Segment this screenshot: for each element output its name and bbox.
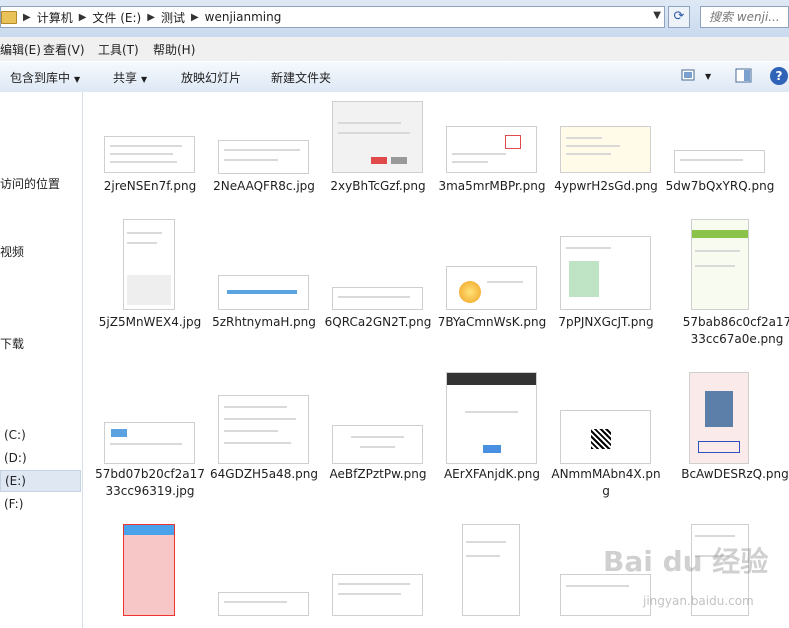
search-input[interactable]: 搜索 wenji... bbox=[700, 6, 789, 28]
file-thumbnail[interactable] bbox=[332, 425, 423, 464]
file-thumbnail[interactable] bbox=[218, 395, 309, 464]
file-thumbnail[interactable] bbox=[104, 422, 195, 464]
slideshow-button[interactable]: 放映幻灯片 bbox=[181, 69, 241, 86]
file-thumbnail[interactable] bbox=[446, 372, 537, 464]
file-name[interactable]: ANmmMAbn4X.png bbox=[549, 466, 663, 500]
breadcrumb-drive[interactable]: 文件 (E:) bbox=[92, 9, 141, 26]
include-in-library-button[interactable]: 包含到库中 ▼ bbox=[10, 69, 80, 86]
nav-recent-places[interactable]: 访问的位置 bbox=[0, 175, 60, 192]
watermark-logo: Bai du 经验 bbox=[603, 545, 769, 578]
file-thumbnail[interactable] bbox=[104, 136, 195, 173]
file-name[interactable]: 5jZ5MnWEX4.jpg bbox=[93, 314, 207, 331]
chevron-down-icon: ▼ bbox=[141, 75, 148, 84]
file-name[interactable]: 2jreNSEn7f.png bbox=[93, 178, 207, 195]
file-thumbnail[interactable] bbox=[689, 372, 749, 464]
breadcrumb-test[interactable]: 测试 bbox=[161, 9, 185, 26]
file-thumbnail[interactable] bbox=[462, 524, 520, 616]
nav-drive-e[interactable]: (E:) bbox=[0, 470, 81, 492]
file-name[interactable]: BcAwDESRzQ.png bbox=[678, 466, 789, 483]
file-thumbnail[interactable] bbox=[218, 140, 309, 174]
file-thumbnail[interactable] bbox=[691, 219, 749, 310]
file-name[interactable]: 7BYaCmnWsK.png bbox=[435, 314, 549, 331]
file-thumbnail[interactable] bbox=[332, 287, 423, 310]
file-thumbnail[interactable] bbox=[560, 236, 651, 310]
include-label: 包含到库中 bbox=[10, 71, 71, 85]
breadcrumb-computer[interactable]: 计算机 bbox=[37, 9, 73, 26]
new-folder-button[interactable]: 新建文件夹 bbox=[271, 69, 331, 86]
file-name[interactable]: 3ma5mrMBPr.png bbox=[435, 178, 549, 195]
breadcrumb-current[interactable]: wenjianming bbox=[205, 10, 282, 24]
file-name[interactable]: AeBfZPztPw.png bbox=[321, 466, 435, 483]
file-name[interactable]: 4ypwrH2sGd.png bbox=[549, 178, 663, 195]
file-name[interactable]: 6QRCa2GN2T.png bbox=[321, 314, 435, 331]
share-button[interactable]: 共享 ▼ bbox=[113, 69, 147, 86]
file-thumbnail[interactable] bbox=[446, 266, 537, 310]
file-thumbnail[interactable] bbox=[560, 126, 651, 173]
share-label: 共享 bbox=[113, 71, 138, 85]
file-name[interactable]: 2xyBhTcGzf.png bbox=[321, 178, 435, 195]
address-input[interactable]: ▶ 计算机 ▶ 文件 (E:) ▶ 测试 ▶ wenjianming ▼ bbox=[0, 6, 665, 28]
file-name[interactable]: AErXFAnjdK.png bbox=[435, 466, 549, 483]
chevron-right-icon[interactable]: ▶ bbox=[79, 12, 87, 23]
file-name[interactable]: 7pPJNXGcJT.png bbox=[549, 314, 663, 331]
file-name[interactable]: 57bd07b20cf2a1733cc96319.jpg bbox=[93, 466, 207, 500]
file-name[interactable]: 64GDZH5a48.png bbox=[207, 466, 321, 483]
nav-drive-f[interactable]: (F:) bbox=[4, 497, 23, 511]
help-icon[interactable]: ? bbox=[770, 67, 788, 85]
file-name[interactable]: 57bab86c0cf2a1733cc67a0e.png bbox=[680, 314, 789, 348]
chevron-down-icon: ▼ bbox=[74, 75, 81, 84]
file-thumbnail[interactable] bbox=[218, 275, 309, 310]
chevron-right-icon[interactable]: ▶ bbox=[23, 12, 31, 23]
menu-edit[interactable]: 编辑(E) bbox=[0, 41, 41, 58]
nav-drive-d[interactable]: (D:) bbox=[4, 451, 27, 465]
command-toolbar: 包含到库中 ▼ 共享 ▼ 放映幻灯片 新建文件夹 ▼ ? bbox=[0, 61, 789, 93]
chevron-right-icon[interactable]: ▶ bbox=[147, 12, 155, 23]
refresh-icon: ⟳ bbox=[673, 9, 685, 24]
file-thumbnail[interactable] bbox=[123, 524, 175, 616]
file-name[interactable]: 2NeAAQFR8c.jpg bbox=[207, 178, 321, 195]
file-thumbnail[interactable] bbox=[560, 574, 651, 616]
file-thumbnail[interactable] bbox=[332, 574, 423, 616]
refresh-button[interactable]: ⟳ bbox=[668, 6, 690, 28]
folder-icon bbox=[1, 10, 17, 24]
navigation-pane: 访问的位置 视频 下载 (C:) (D:) (E:) (F:) bbox=[0, 92, 83, 628]
preview-pane-icon[interactable] bbox=[735, 68, 753, 84]
chevron-down-icon[interactable]: ▼ bbox=[705, 72, 711, 81]
menu-view[interactable]: 查看(V) bbox=[43, 41, 85, 58]
file-thumbnail[interactable] bbox=[332, 101, 423, 173]
nav-downloads[interactable]: 下载 bbox=[0, 335, 24, 352]
nav-drive-e-label: (E:) bbox=[5, 474, 26, 488]
file-thumbnail[interactable] bbox=[218, 592, 309, 616]
chevron-down-icon[interactable]: ▼ bbox=[653, 10, 661, 21]
file-thumbnail[interactable] bbox=[560, 410, 651, 464]
file-list: 2jreNSEn7f.png 2NeAAQFR8c.jpg 2xyBhTcGzf… bbox=[83, 92, 789, 628]
file-thumbnail[interactable] bbox=[446, 126, 537, 173]
file-thumbnail[interactable] bbox=[123, 219, 175, 310]
file-name[interactable]: 5dw7bQxYRQ.png bbox=[663, 178, 777, 195]
nav-videos[interactable]: 视频 bbox=[0, 243, 24, 260]
file-name[interactable]: 5zRhtnymaH.png bbox=[207, 314, 321, 331]
menu-help[interactable]: 帮助(H) bbox=[153, 41, 195, 58]
view-options-icon[interactable] bbox=[681, 68, 699, 84]
chevron-right-icon[interactable]: ▶ bbox=[191, 12, 199, 23]
watermark-url: jingyan.baidu.com bbox=[643, 594, 754, 608]
nav-drive-c[interactable]: (C:) bbox=[4, 428, 26, 442]
address-bar-area: ▶ 计算机 ▶ 文件 (E:) ▶ 测试 ▶ wenjianming ▼ ⟳ 搜… bbox=[0, 0, 789, 38]
menu-bar: 编辑(E) 查看(V) 工具(T) 帮助(H) bbox=[0, 37, 789, 61]
file-thumbnail[interactable] bbox=[674, 150, 765, 173]
menu-tools[interactable]: 工具(T) bbox=[98, 41, 139, 58]
